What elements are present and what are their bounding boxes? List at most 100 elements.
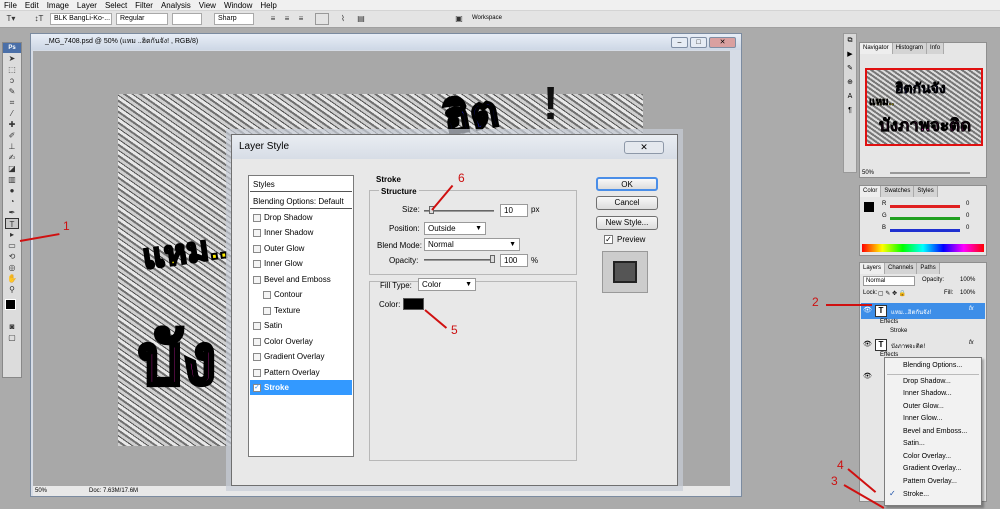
channel-r-value[interactable]: 0 <box>966 201 969 207</box>
checkbox[interactable] <box>253 229 261 237</box>
menu-help[interactable]: Help <box>260 1 276 10</box>
menu-layer[interactable]: Layer <box>77 1 97 10</box>
marquee-tool-icon[interactable]: ⬚ <box>5 64 19 75</box>
checkbox[interactable] <box>263 307 271 315</box>
styles-header[interactable]: Styles <box>250 177 352 192</box>
tab-navigator[interactable]: Navigator <box>860 43 893 54</box>
paragraph-icon[interactable]: ¶ <box>844 104 856 118</box>
layer-visibility-eye-icon[interactable]: 👁 <box>863 340 872 348</box>
lasso-tool-icon[interactable]: ↄ <box>5 75 19 86</box>
quick-select-tool-icon[interactable]: ✎ <box>5 86 19 97</box>
layer-effect-stroke[interactable]: Stroke <box>890 328 907 334</box>
layer-blend-mode[interactable]: Normal <box>863 276 915 286</box>
tab-color[interactable]: Color <box>860 186 882 197</box>
blur-tool-icon[interactable]: ● <box>5 185 19 196</box>
text-orientation-icon[interactable]: ↕T <box>32 13 46 25</box>
style-item-color-overlay[interactable]: Color Overlay <box>250 334 352 349</box>
checkbox[interactable] <box>253 338 261 346</box>
tab-info[interactable]: Info <box>927 43 945 54</box>
path-select-tool-icon[interactable]: ▸ <box>5 229 19 240</box>
menu-item-pattern-overlay[interactable]: Pattern Overlay... <box>885 476 981 488</box>
menu-item-inner-shadow[interactable]: Inner Shadow... <box>885 388 981 400</box>
ok-button[interactable]: OK <box>596 177 658 191</box>
3d-rotate-tool-icon[interactable]: ⟲ <box>5 251 19 262</box>
tab-paths[interactable]: Paths <box>917 263 940 274</box>
position-select[interactable]: Outside ▼ <box>424 222 486 235</box>
clone-source-icon[interactable]: ⊕ <box>844 76 856 90</box>
align-right-icon[interactable]: ≡ <box>294 13 308 25</box>
checkbox[interactable] <box>253 322 261 330</box>
style-item-stroke[interactable]: ✓ Stroke <box>250 380 352 395</box>
actions-icon[interactable]: ▶ <box>844 48 856 62</box>
style-item-texture[interactable]: Texture <box>250 303 352 318</box>
close-button[interactable]: ✕ <box>709 37 736 48</box>
checkbox[interactable] <box>253 353 261 361</box>
anti-alias-select[interactable]: Sharp <box>214 13 254 25</box>
font-style-select[interactable]: Regular <box>116 13 168 25</box>
preview-checkbox[interactable]: ✓ <box>604 235 613 244</box>
style-item-inner-shadow[interactable]: Inner Shadow <box>250 225 352 240</box>
tab-styles[interactable]: Styles <box>914 186 938 197</box>
dodge-tool-icon[interactable]: ◔ <box>5 196 19 207</box>
tab-channels[interactable]: Channels <box>885 263 918 274</box>
clone-stamp-tool-icon[interactable]: ⊥ <box>5 141 19 152</box>
channel-b-slider[interactable] <box>890 229 960 232</box>
opacity-input[interactable]: 100 <box>500 254 528 267</box>
menu-edit[interactable]: Edit <box>25 1 39 10</box>
layer-opacity-value[interactable]: 100% <box>960 277 975 283</box>
blend-mode-select[interactable]: Normal ▼ <box>424 238 520 251</box>
background-layer-row[interactable]: 👁 <box>861 369 877 385</box>
channel-g-value[interactable]: 0 <box>966 213 969 219</box>
color-ramp[interactable] <box>862 244 984 252</box>
align-center-icon[interactable]: ≡ <box>280 13 294 25</box>
menu-image[interactable]: Image <box>47 1 69 10</box>
history-icon[interactable]: ⧉ <box>844 34 856 48</box>
fx-icon[interactable]: fx <box>969 340 974 346</box>
channel-r-slider[interactable] <box>890 205 960 208</box>
opacity-slider-knob[interactable] <box>490 255 495 263</box>
move-tool-icon[interactable]: ➤ <box>5 53 19 64</box>
checkbox[interactable] <box>253 245 261 253</box>
doc-size-info[interactable]: Doc: 7.63M/17.6M <box>89 486 138 496</box>
character-panel-icon[interactable]: ▤ <box>354 13 368 25</box>
zoom-level[interactable]: 50% <box>35 486 47 496</box>
history-brush-tool-icon[interactable]: ✍ <box>5 152 19 163</box>
lock-icons[interactable]: ▢ ✎ ✥ 🔒 <box>878 290 906 297</box>
style-item-inner-glow[interactable]: Inner Glow <box>250 256 352 271</box>
eyedropper-tool-icon[interactable]: ⁄ <box>5 108 19 119</box>
cancel-button[interactable]: Cancel <box>596 196 658 210</box>
checkbox[interactable] <box>263 291 271 299</box>
checkbox[interactable] <box>253 276 261 284</box>
font-family-select[interactable]: BLK BangLi-Ko-... <box>50 13 112 25</box>
crop-tool-icon[interactable]: ⌗ <box>5 97 19 108</box>
font-size-input[interactable] <box>172 13 202 25</box>
layer-effects-label[interactable]: Effects <box>880 319 898 325</box>
healing-tool-icon[interactable]: ✚ <box>5 119 19 130</box>
navigator-zoom[interactable]: 50% <box>862 170 874 176</box>
color-foreground[interactable] <box>864 202 874 212</box>
fx-icon[interactable]: fx <box>969 306 974 312</box>
maximize-button[interactable]: □ <box>690 37 707 48</box>
menu-item-satin[interactable]: Satin... <box>885 438 981 450</box>
workspace-menu[interactable]: Workspace <box>472 15 502 21</box>
brush-presets-icon[interactable]: ✎ <box>844 62 856 76</box>
type-tool-icon[interactable]: T▾ <box>4 13 18 25</box>
layer-visibility-eye-icon[interactable]: 👁 <box>863 372 872 380</box>
style-item-satin[interactable]: Satin <box>250 318 352 333</box>
zoom-tool-icon[interactable]: ⚲ <box>5 284 19 295</box>
tab-layers[interactable]: Layers <box>860 263 886 274</box>
quick-mask-icon[interactable]: ◙ <box>5 321 19 332</box>
menu-item-blending-options[interactable]: Blending Options... <box>885 360 981 372</box>
gradient-tool-icon[interactable]: ▥ <box>5 174 19 185</box>
navigator-zoom-slider[interactable] <box>890 172 970 174</box>
menu-file[interactable]: File <box>4 1 17 10</box>
tab-histogram[interactable]: Histogram <box>892 43 928 54</box>
new-style-button[interactable]: New Style... <box>596 216 658 230</box>
shape-tool-icon[interactable]: ▭ <box>5 240 19 251</box>
style-item-gradient-overlay[interactable]: Gradient Overlay <box>250 349 352 364</box>
character-icon[interactable]: A <box>844 90 856 104</box>
menu-select[interactable]: Select <box>105 1 127 10</box>
menu-item-bevel-emboss[interactable]: Bevel and Emboss... <box>885 426 981 438</box>
style-item-pattern-overlay[interactable]: Pattern Overlay <box>250 365 352 380</box>
style-item-bevel-emboss[interactable]: Bevel and Emboss <box>250 272 352 287</box>
